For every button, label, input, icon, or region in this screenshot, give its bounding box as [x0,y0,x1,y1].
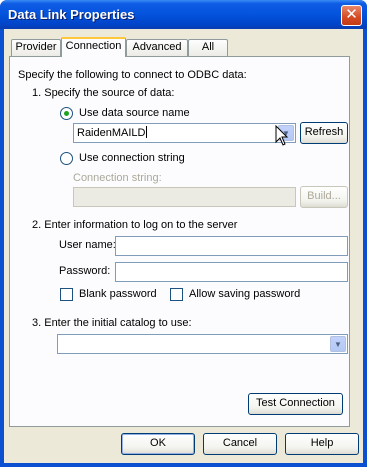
dsn-dropdown[interactable]: RaidenMAILD ▼ [73,123,296,143]
help-button[interactable]: Help [285,433,359,455]
tab-connection[interactable]: Connection [61,37,126,57]
ok-button[interactable]: OK [121,433,195,455]
tab-provider-label: Provider [15,41,57,53]
dsn-radio[interactable] [60,107,73,120]
connstr-radio[interactable] [60,152,73,165]
connstr-input[interactable] [73,187,296,207]
password-input[interactable] [115,262,348,282]
step1-label: 1. Specify the source of data: [32,87,175,99]
step2-label: 2. Enter information to log on to the se… [32,219,238,231]
step3-label: 3. Enter the initial catalog to use: [32,317,192,329]
allow-saving-password-label[interactable]: Allow saving password [189,288,300,300]
connstr-radio-label[interactable]: Use connection string [79,152,185,164]
connection-tab-panel: Specify the following to connect to ODBC… [9,56,350,427]
close-button[interactable]: ✕ [341,5,362,26]
intro-label: Specify the following to connect to ODBC… [18,69,247,81]
tab-provider[interactable]: Provider [11,39,61,56]
close-icon: ✕ [345,6,358,23]
radio-selected-icon [64,111,69,116]
allow-saving-password-checkbox[interactable] [170,288,183,301]
tab-advanced-label: Advanced [132,41,182,53]
dialog-client-area: Provider Connection Advanced All Specify… [4,29,363,463]
password-label: Password: [59,265,111,277]
tab-all[interactable]: All [188,39,228,56]
title-bar[interactable]: Data Link Properties ✕ [0,0,367,29]
blank-password-checkbox[interactable] [60,288,73,301]
dsn-radio-label[interactable]: Use data source name [79,107,190,119]
dsn-value: RaidenMAILD [77,127,146,139]
catalog-dropdown[interactable]: ▼ [57,334,348,354]
connstr-label: Connection string: [73,172,162,184]
text-caret [146,126,148,138]
blank-password-label[interactable]: Blank password [79,288,157,300]
tab-all-label: All [201,41,215,53]
username-label: User name: [59,239,116,251]
test-connection-button[interactable]: Test Connection [248,393,343,415]
tab-connection-label: Connection [65,40,122,52]
build-button[interactable]: Build... [300,186,348,208]
data-link-properties-window: Data Link Properties ✕ Provider Connecti… [0,0,367,467]
dropdown-arrow-icon[interactable]: ▼ [330,336,346,352]
username-input[interactable] [115,236,348,256]
window-title: Data Link Properties [8,7,135,22]
refresh-button[interactable]: Refresh [300,122,348,144]
mouse-pointer-icon [275,125,289,146]
tab-advanced[interactable]: Advanced [126,39,188,56]
cancel-button[interactable]: Cancel [203,433,277,455]
